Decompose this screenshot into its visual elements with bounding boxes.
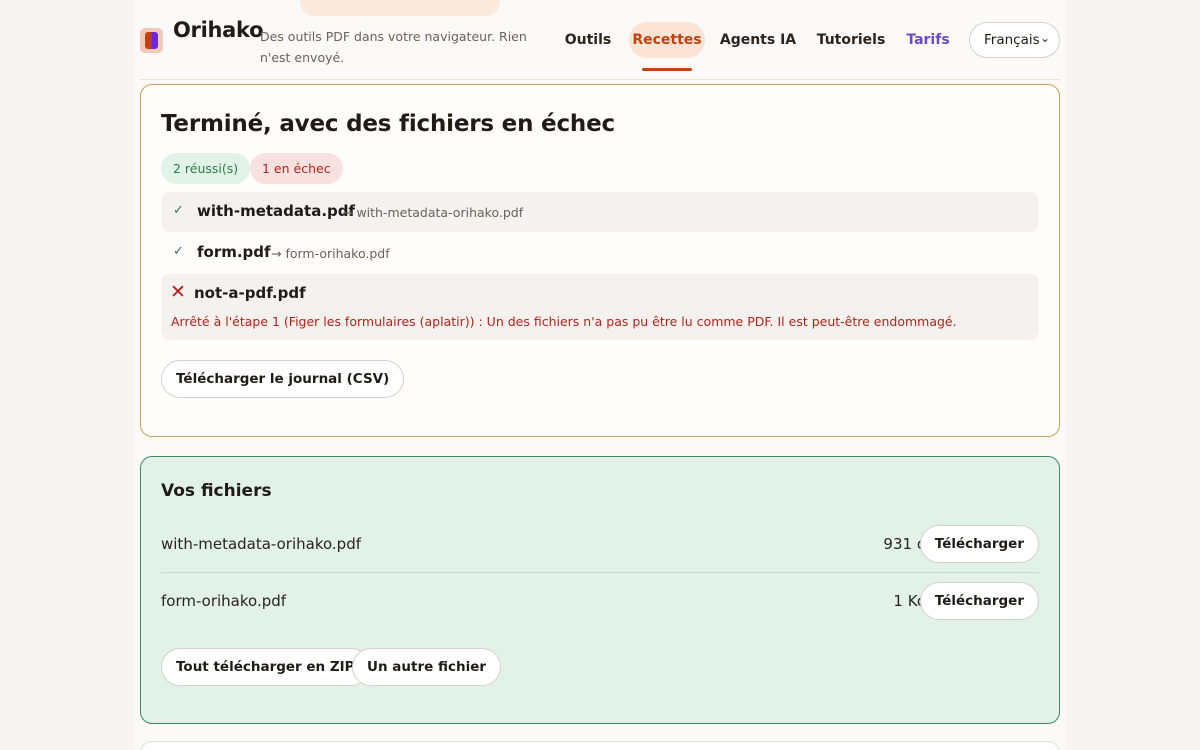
file-name: form.pdf bbox=[197, 243, 271, 261]
nav-outils[interactable]: Outils bbox=[554, 22, 622, 58]
run-status-card: Terminé, avec des fichiers en échec 2 ré… bbox=[140, 84, 1060, 437]
nav-tutoriels[interactable]: Tutoriels bbox=[813, 22, 889, 58]
check-icon: ✓ bbox=[173, 244, 184, 259]
nav-active-indicator bbox=[642, 68, 692, 71]
download-all-zip-button[interactable]: Tout télécharger en ZIP bbox=[161, 648, 370, 686]
output-file-name: form-orihako.pdf bbox=[161, 592, 287, 610]
language-value: Français bbox=[984, 32, 1040, 48]
nav-recettes[interactable]: Recettes bbox=[629, 22, 705, 58]
output-file-row: form-orihako.pdf 1 Ko Télécharger bbox=[161, 574, 1039, 630]
main-nav: Outils Recettes Agents IA Tutoriels Tari… bbox=[140, 0, 1060, 80]
site-header: Orihako Des outils PDF dans votre naviga… bbox=[140, 0, 1060, 80]
file-name: with-metadata.pdf bbox=[197, 202, 356, 220]
output-files-card: Vos fichiers with-metadata-orihako.pdf 9… bbox=[140, 456, 1060, 724]
another-file-button[interactable]: Un autre fichier bbox=[352, 648, 502, 686]
output-file-name: → with-metadata-orihako.pdf bbox=[342, 205, 524, 220]
status-title: Terminé, avec des fichiers en échec bbox=[161, 111, 615, 137]
download-log-csv-button[interactable]: Télécharger le journal (CSV) bbox=[161, 360, 405, 398]
success-count-badge: 2 réussi(s) bbox=[161, 153, 251, 184]
failed-count-badge: 1 en échec bbox=[250, 153, 343, 184]
next-section-card bbox=[140, 741, 1060, 750]
output-files-title: Vos fichiers bbox=[161, 481, 272, 501]
output-file-row: with-metadata-orihako.pdf 931 o Téléchar… bbox=[161, 517, 1039, 573]
chevron-down-icon: ⌄ bbox=[1039, 31, 1050, 45]
x-icon: ✕ bbox=[170, 281, 186, 303]
file-result-row: ✓ with-metadata.pdf → with-metadata-orih… bbox=[161, 192, 1039, 232]
file-result-row: ✓ form.pdf → form-orihako.pdf bbox=[161, 233, 1039, 273]
output-file-name: → form-orihako.pdf bbox=[271, 246, 390, 261]
error-message: Arrêté à l'étape 1 (Figer les formulaire… bbox=[171, 314, 957, 329]
file-name: not-a-pdf.pdf bbox=[194, 284, 306, 302]
check-icon: ✓ bbox=[173, 203, 184, 218]
language-select[interactable]: Français ⌄ bbox=[969, 22, 1060, 58]
file-result-row-failed: ✕ not-a-pdf.pdf Arrêté à l'étape 1 (Fige… bbox=[161, 274, 1039, 340]
nav-agents-ia[interactable]: Agents IA bbox=[716, 22, 800, 58]
nav-tarifs[interactable]: Tarifs bbox=[902, 22, 954, 58]
download-file-button[interactable]: Télécharger bbox=[919, 525, 1039, 563]
output-file-name: with-metadata-orihako.pdf bbox=[161, 535, 361, 553]
download-file-button[interactable]: Télécharger bbox=[919, 582, 1039, 620]
